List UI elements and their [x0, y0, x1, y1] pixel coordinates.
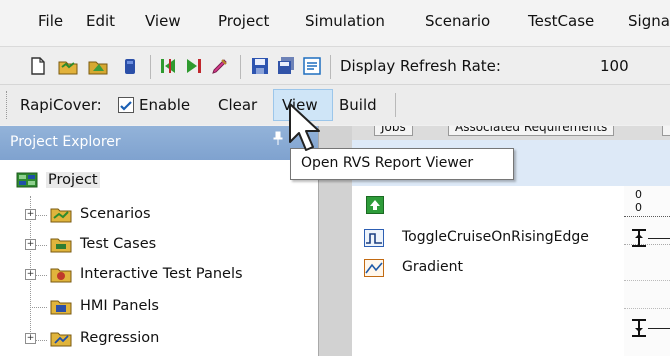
timeline-marker-icon[interactable] — [630, 318, 648, 338]
menu-view[interactable]: View — [145, 12, 181, 30]
row-label-togglecruise[interactable]: ToggleCruiseOnRisingEdge — [402, 229, 589, 245]
step-back-icon[interactable] — [158, 56, 178, 76]
tree-label-scenarios: Scenarios — [80, 206, 151, 222]
timeline-scale-top: 0 — [635, 188, 642, 201]
timeline-track-line — [648, 238, 670, 239]
tree-label-hmi-panels: HMI Panels — [80, 298, 159, 314]
save-icon[interactable] — [250, 56, 270, 76]
tab-associated-requirements[interactable]: Associated Requirements — [448, 126, 615, 136]
menu-testcase[interactable]: TestCase — [528, 12, 594, 30]
tree-item-interactive-test-panels[interactable]: + Interactive Test Panels — [0, 260, 318, 290]
document-tabs: Jobs Associated Requirements — [352, 126, 670, 140]
step-forward-icon[interactable] — [184, 56, 204, 76]
tab-jobs[interactable]: Jobs — [374, 126, 413, 136]
add-signal-icon[interactable] — [366, 196, 384, 214]
toolbar-grip[interactable] — [6, 91, 10, 119]
toolbar-separator — [395, 93, 396, 117]
timeline-dotted-line — [624, 308, 670, 309]
toolbar-separator — [240, 55, 241, 79]
signal-grid: 0 0 — [352, 186, 670, 356]
database-icon[interactable] — [120, 56, 140, 76]
save-all-icon[interactable] — [276, 56, 296, 76]
main-toolbar: Display Refresh Rate: 100 — [0, 46, 670, 85]
tree-item-scenarios[interactable]: + Scenarios — [0, 200, 318, 230]
rapicover-label: RapiCover: — [20, 96, 102, 114]
menu-bar: File Edit View Project Simulation Scenar… — [0, 0, 670, 46]
timeline-marker-icon[interactable] — [630, 228, 648, 248]
tree-item-test-cases[interactable]: + Test Cases — [0, 230, 318, 260]
folder-regression-icon — [50, 332, 72, 347]
signal-waveform-icon — [364, 229, 384, 247]
menu-simulation[interactable]: Simulation — [305, 12, 385, 30]
project-explorer-title: Project Explorer — [10, 134, 121, 150]
rapicover-toolbar: RapiCover: Enable Clear View Build — [0, 84, 670, 125]
menu-file[interactable]: File — [38, 12, 63, 30]
timeline-dotted-line — [624, 280, 670, 281]
build-button[interactable]: Build — [339, 96, 377, 114]
menu-project[interactable]: Project — [218, 12, 269, 30]
folder-test-cases-icon — [50, 238, 72, 253]
project-explorer: Project Explorer Project + Scenarios + T… — [0, 126, 319, 356]
tree-item-regression[interactable]: + Regression — [0, 324, 318, 354]
enable-label: Enable — [139, 96, 191, 114]
gradient-icon — [364, 259, 384, 277]
tree-label-project: Project — [46, 172, 100, 188]
timeline-dotted-line — [624, 216, 670, 217]
clear-button[interactable]: Clear — [218, 96, 257, 114]
toolbar-separator — [330, 55, 331, 79]
open-folder-icon[interactable] — [58, 56, 78, 76]
mouse-cursor-icon — [289, 103, 320, 151]
tooltip-text: Open RVS Report Viewer — [301, 155, 474, 171]
folder-hmi-panels-icon — [50, 300, 72, 315]
display-refresh-value[interactable]: 100 — [600, 57, 629, 75]
folder-interactive-panels-icon — [50, 268, 72, 283]
checkmark-icon — [120, 101, 132, 111]
project-icon — [16, 172, 38, 188]
tree-item-hmi-panels[interactable]: HMI Panels — [0, 292, 318, 322]
expand-icon[interactable]: + — [25, 209, 36, 220]
pin-icon[interactable] — [273, 131, 283, 145]
pen-tool-icon[interactable] — [210, 56, 230, 76]
tree-label-test-cases: Test Cases — [80, 236, 157, 252]
new-file-icon[interactable] — [28, 56, 48, 76]
expand-icon[interactable]: + — [25, 239, 36, 250]
tab-more[interactable] — [662, 126, 670, 136]
expand-icon[interactable]: + — [25, 269, 36, 280]
tree-label-interactive-test-panels: Interactive Test Panels — [80, 266, 243, 282]
toolbar-separator — [150, 55, 151, 79]
row-label-gradient[interactable]: Gradient — [402, 259, 463, 275]
tree-label-regression: Regression — [80, 330, 160, 346]
open-project-icon[interactable] — [88, 56, 108, 76]
menu-signals[interactable]: Signa — [628, 12, 670, 30]
enable-checkbox[interactable] — [118, 97, 134, 113]
display-refresh-label: Display Refresh Rate: — [340, 57, 501, 75]
report-icon[interactable] — [302, 56, 322, 76]
menu-scenario[interactable]: Scenario — [425, 12, 490, 30]
tooltip: Open RVS Report Viewer — [290, 148, 514, 180]
timeline-scale-bottom: 0 — [635, 201, 642, 214]
expand-icon[interactable]: + — [25, 333, 36, 344]
folder-scenarios-icon — [50, 208, 72, 223]
project-explorer-header: Project Explorer — [0, 126, 318, 160]
tree-root-project[interactable]: Project — [0, 168, 318, 198]
menu-edit[interactable]: Edit — [86, 12, 115, 30]
timeline-track-line — [648, 328, 670, 329]
